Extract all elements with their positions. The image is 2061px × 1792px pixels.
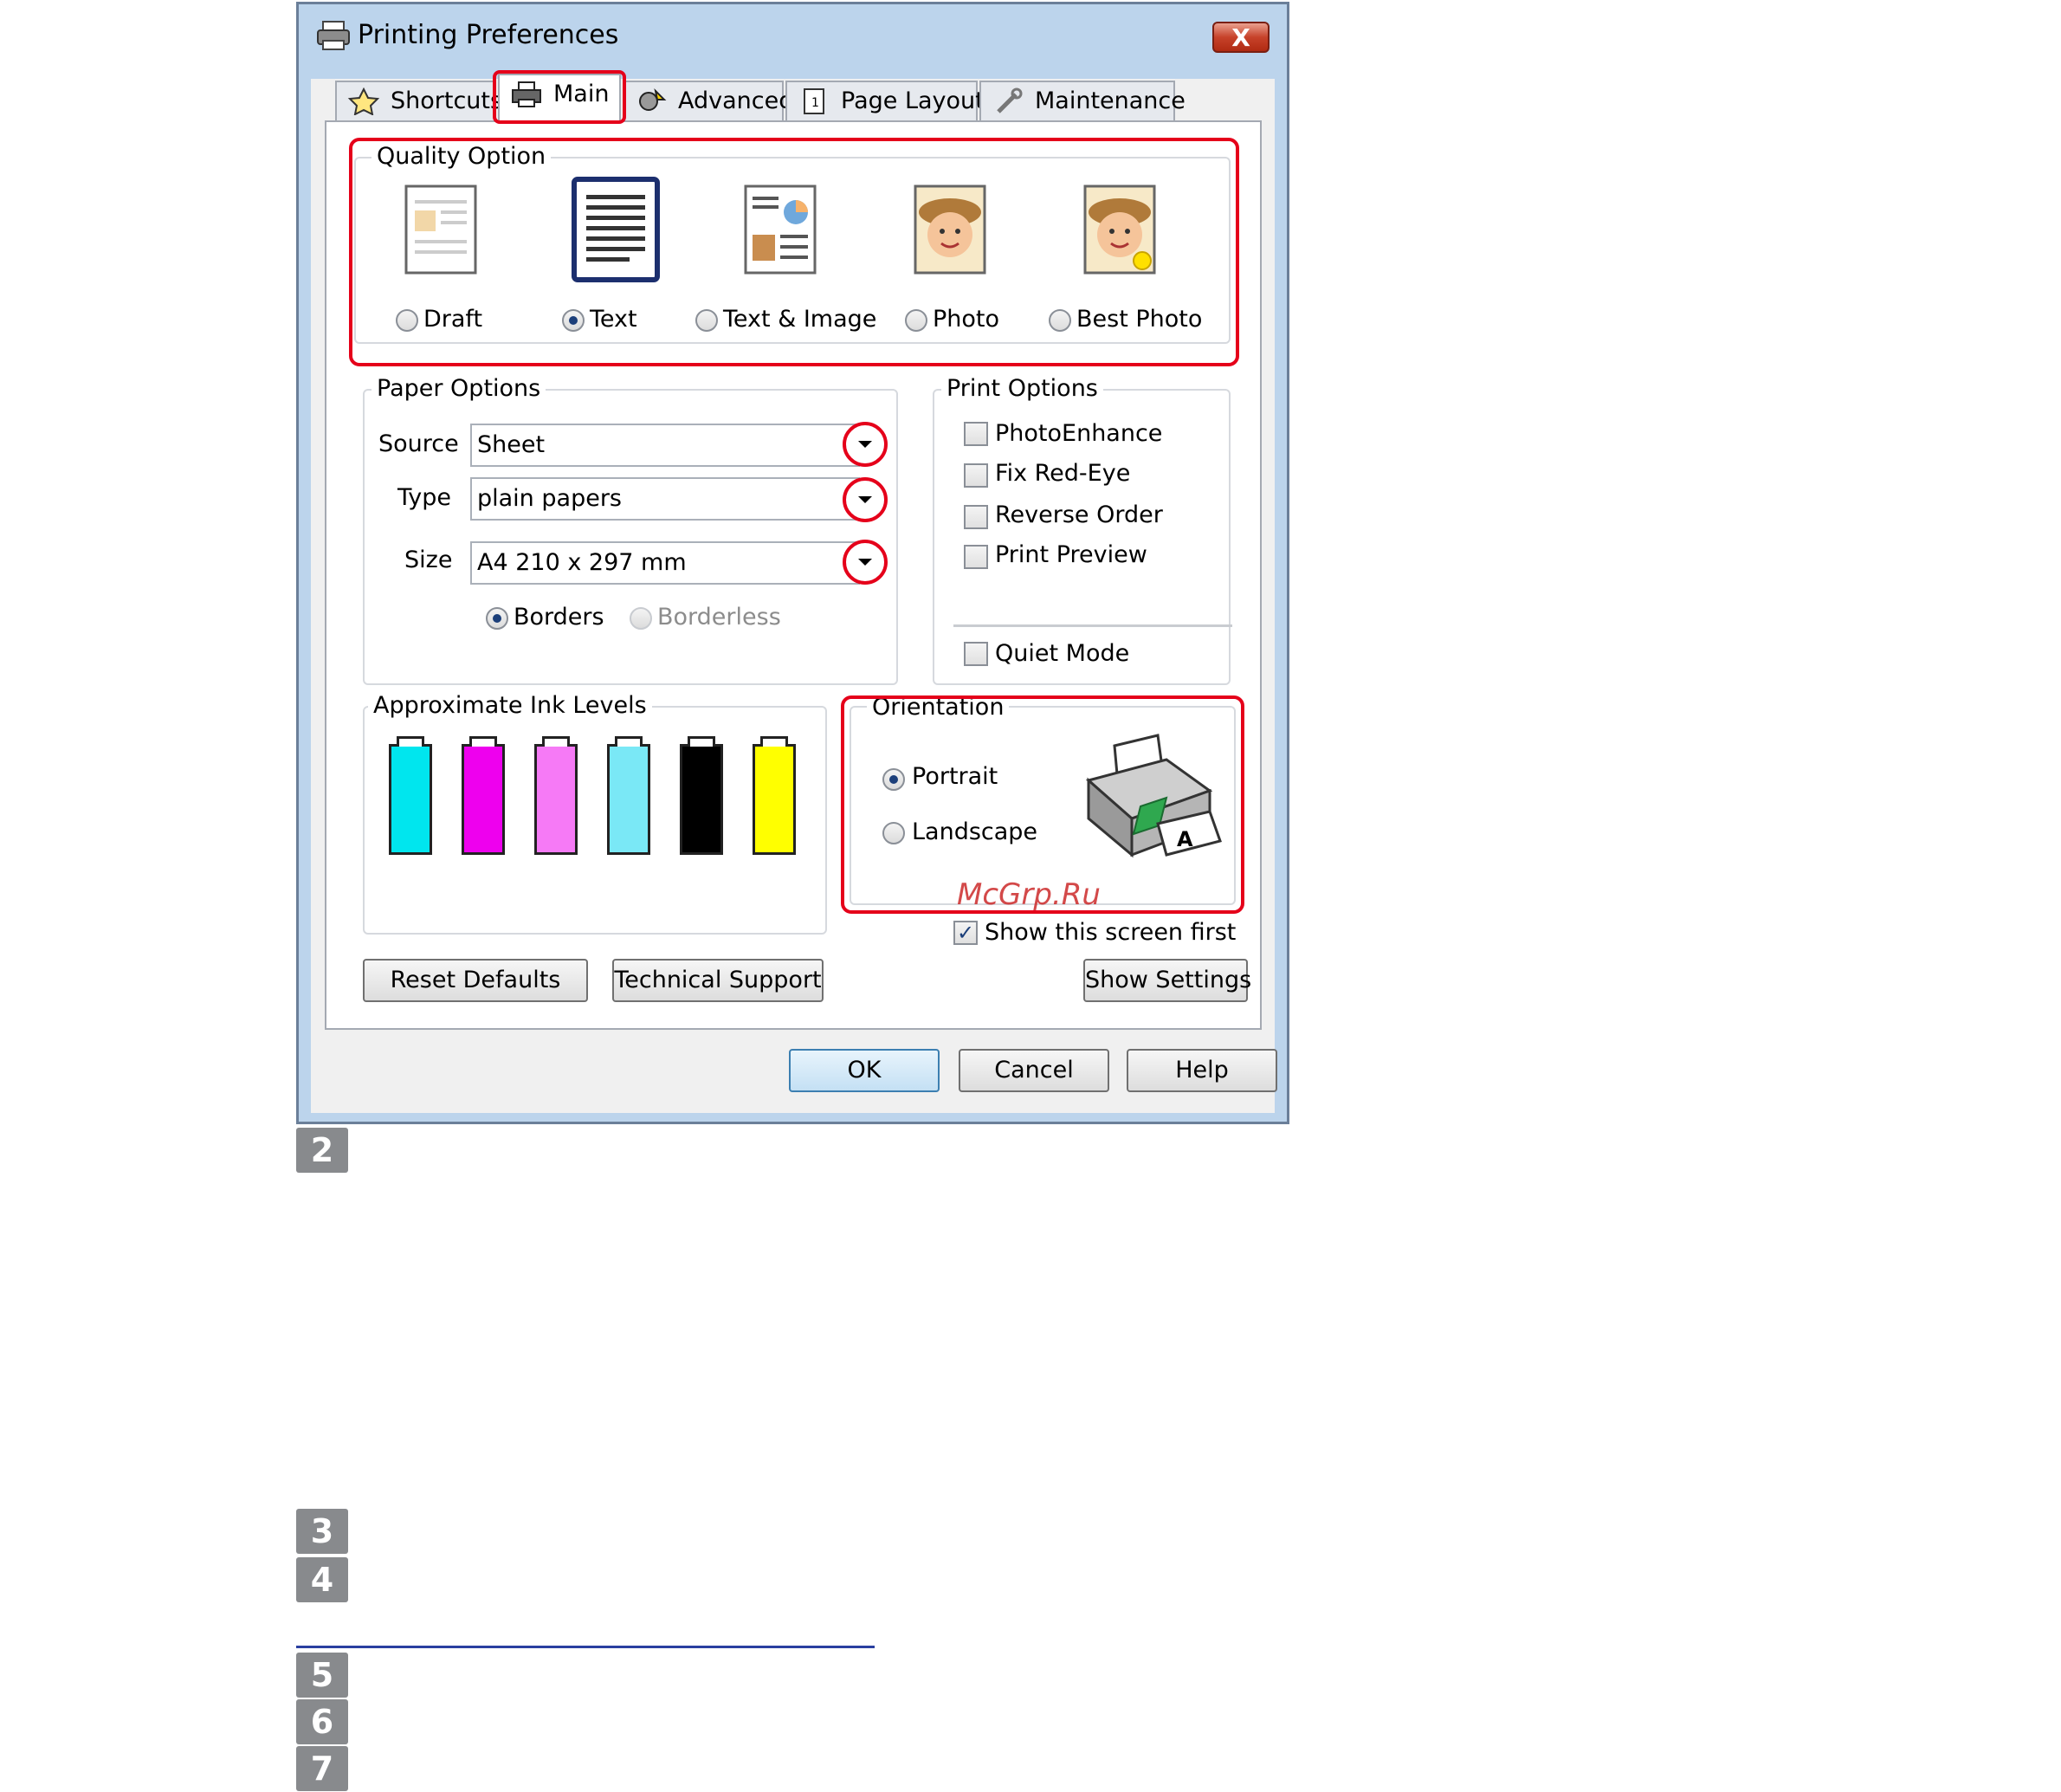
- tab-label: Maintenance: [1035, 87, 1186, 114]
- ink-cartridge: [389, 736, 432, 855]
- text-quality-icon[interactable]: [571, 176, 661, 283]
- tab-label: Shortcuts: [391, 87, 503, 114]
- cancel-button[interactable]: Cancel: [959, 1049, 1109, 1092]
- text-radio[interactable]: [562, 309, 585, 332]
- print-preview-checkbox[interactable]: [964, 545, 988, 569]
- step-number: 4: [296, 1557, 348, 1602]
- type-dropdown-arrow[interactable]: [843, 477, 888, 522]
- text-image-quality-icon[interactable]: [740, 181, 820, 278]
- advanced-icon: [639, 87, 667, 111]
- technical-support-button[interactable]: Technical Support: [612, 959, 824, 1002]
- show-screen-first-label: Show this screen first: [985, 919, 1237, 946]
- tab-label: Page Layout: [841, 87, 985, 114]
- print-options-divider: [953, 624, 1232, 627]
- fix-red-eye-checkbox[interactable]: [964, 463, 988, 488]
- portrait-radio[interactable]: [882, 768, 905, 791]
- paper-options-title: Paper Options: [371, 375, 546, 402]
- best-photo-quality-icon[interactable]: [1080, 181, 1160, 278]
- ok-button[interactable]: OK: [789, 1049, 940, 1092]
- printing-preferences-dialog: Printing Preferences X Shortcuts Main Ad…: [296, 2, 1289, 1124]
- quiet-mode-label: Quiet Mode: [995, 640, 1130, 667]
- step-number: 2: [296, 1128, 348, 1173]
- reset-defaults-button[interactable]: Reset Defaults: [363, 959, 588, 1002]
- step-number: 5: [296, 1653, 348, 1698]
- text-image-radio[interactable]: [695, 309, 718, 332]
- print-options-title: Print Options: [941, 375, 1103, 402]
- print-preview-label: Print Preview: [995, 541, 1147, 568]
- photo-label: Photo: [933, 306, 1000, 333]
- photo-radio[interactable]: [905, 309, 927, 332]
- ink-cartridge: [753, 736, 796, 855]
- printer-orientation-icon: A: [1085, 734, 1222, 858]
- step-number: 6: [296, 1699, 348, 1744]
- text-image-label: Text & Image: [723, 306, 877, 333]
- star-icon: [347, 87, 380, 115]
- borders-radio[interactable]: [486, 607, 508, 630]
- draft-radio[interactable]: [396, 309, 418, 332]
- main-tab-panel: Quality Option Draft Text Text & Image P…: [325, 120, 1262, 1030]
- size-dropdown-arrow[interactable]: [843, 540, 888, 585]
- reverse-order-checkbox[interactable]: [964, 505, 988, 529]
- photo-quality-icon[interactable]: [910, 181, 990, 278]
- landscape-label: Landscape: [912, 818, 1038, 845]
- reverse-order-label: Reverse Order: [995, 501, 1163, 528]
- best-photo-label: Best Photo: [1076, 306, 1203, 333]
- window-title: Printing Preferences: [358, 20, 619, 50]
- svg-text:A: A: [1177, 827, 1193, 851]
- text-label: Text: [590, 306, 637, 333]
- draft-quality-icon[interactable]: [401, 181, 481, 278]
- link-underline[interactable]: [296, 1646, 875, 1648]
- photoenhance-label: PhotoEnhance: [995, 420, 1163, 447]
- draft-label: Draft: [423, 306, 483, 333]
- step-number: 3: [296, 1509, 348, 1554]
- title-bar: Printing Preferences X: [299, 4, 1287, 67]
- ink-cartridge: [680, 736, 723, 855]
- type-label: Type: [397, 484, 452, 511]
- type-select[interactable]: plain papers: [470, 477, 860, 521]
- portrait-label: Portrait: [912, 763, 998, 790]
- wrench-icon: [997, 87, 1023, 113]
- page-layout-icon: 1: [804, 88, 824, 114]
- ink-cartridge: [607, 736, 650, 855]
- watermark: McGrp.Ru: [957, 877, 1101, 912]
- borderless-label: Borderless: [657, 604, 781, 631]
- source-dropdown-arrow[interactable]: [843, 422, 888, 467]
- quiet-mode-checkbox[interactable]: [964, 642, 988, 666]
- borders-label: Borders: [514, 604, 604, 631]
- ink-cartridge: [462, 736, 505, 855]
- show-screen-first-checkbox[interactable]: ✓: [953, 921, 978, 945]
- best-photo-radio[interactable]: [1049, 309, 1071, 332]
- tab-highlight: [493, 70, 626, 124]
- size-label: Size: [404, 547, 453, 573]
- borderless-radio[interactable]: [630, 607, 652, 630]
- step-number: 7: [296, 1746, 348, 1791]
- printer-icon: [317, 21, 350, 50]
- source-select[interactable]: Sheet: [470, 424, 860, 467]
- tab-page-layout[interactable]: 1 Page Layout: [785, 81, 985, 120]
- tab-maintenance[interactable]: Maintenance: [979, 81, 1186, 120]
- fix-red-eye-label: Fix Red-Eye: [995, 460, 1131, 487]
- tab-advanced[interactable]: Advanced: [623, 81, 793, 120]
- source-label: Source: [378, 430, 459, 457]
- size-select[interactable]: A4 210 x 297 mm: [470, 541, 860, 585]
- ink-cartridge: [534, 736, 578, 855]
- show-settings-button[interactable]: Show Settings: [1083, 959, 1251, 1002]
- landscape-radio[interactable]: [882, 822, 905, 844]
- close-button[interactable]: X: [1212, 22, 1270, 53]
- photoenhance-checkbox[interactable]: [964, 422, 988, 446]
- ink-levels-title: Approximate Ink Levels: [368, 692, 652, 719]
- svg-text:1: 1: [811, 96, 819, 110]
- help-button[interactable]: Help: [1127, 1049, 1277, 1092]
- tab-label: Advanced: [678, 87, 794, 114]
- tab-shortcuts[interactable]: Shortcuts: [335, 81, 502, 120]
